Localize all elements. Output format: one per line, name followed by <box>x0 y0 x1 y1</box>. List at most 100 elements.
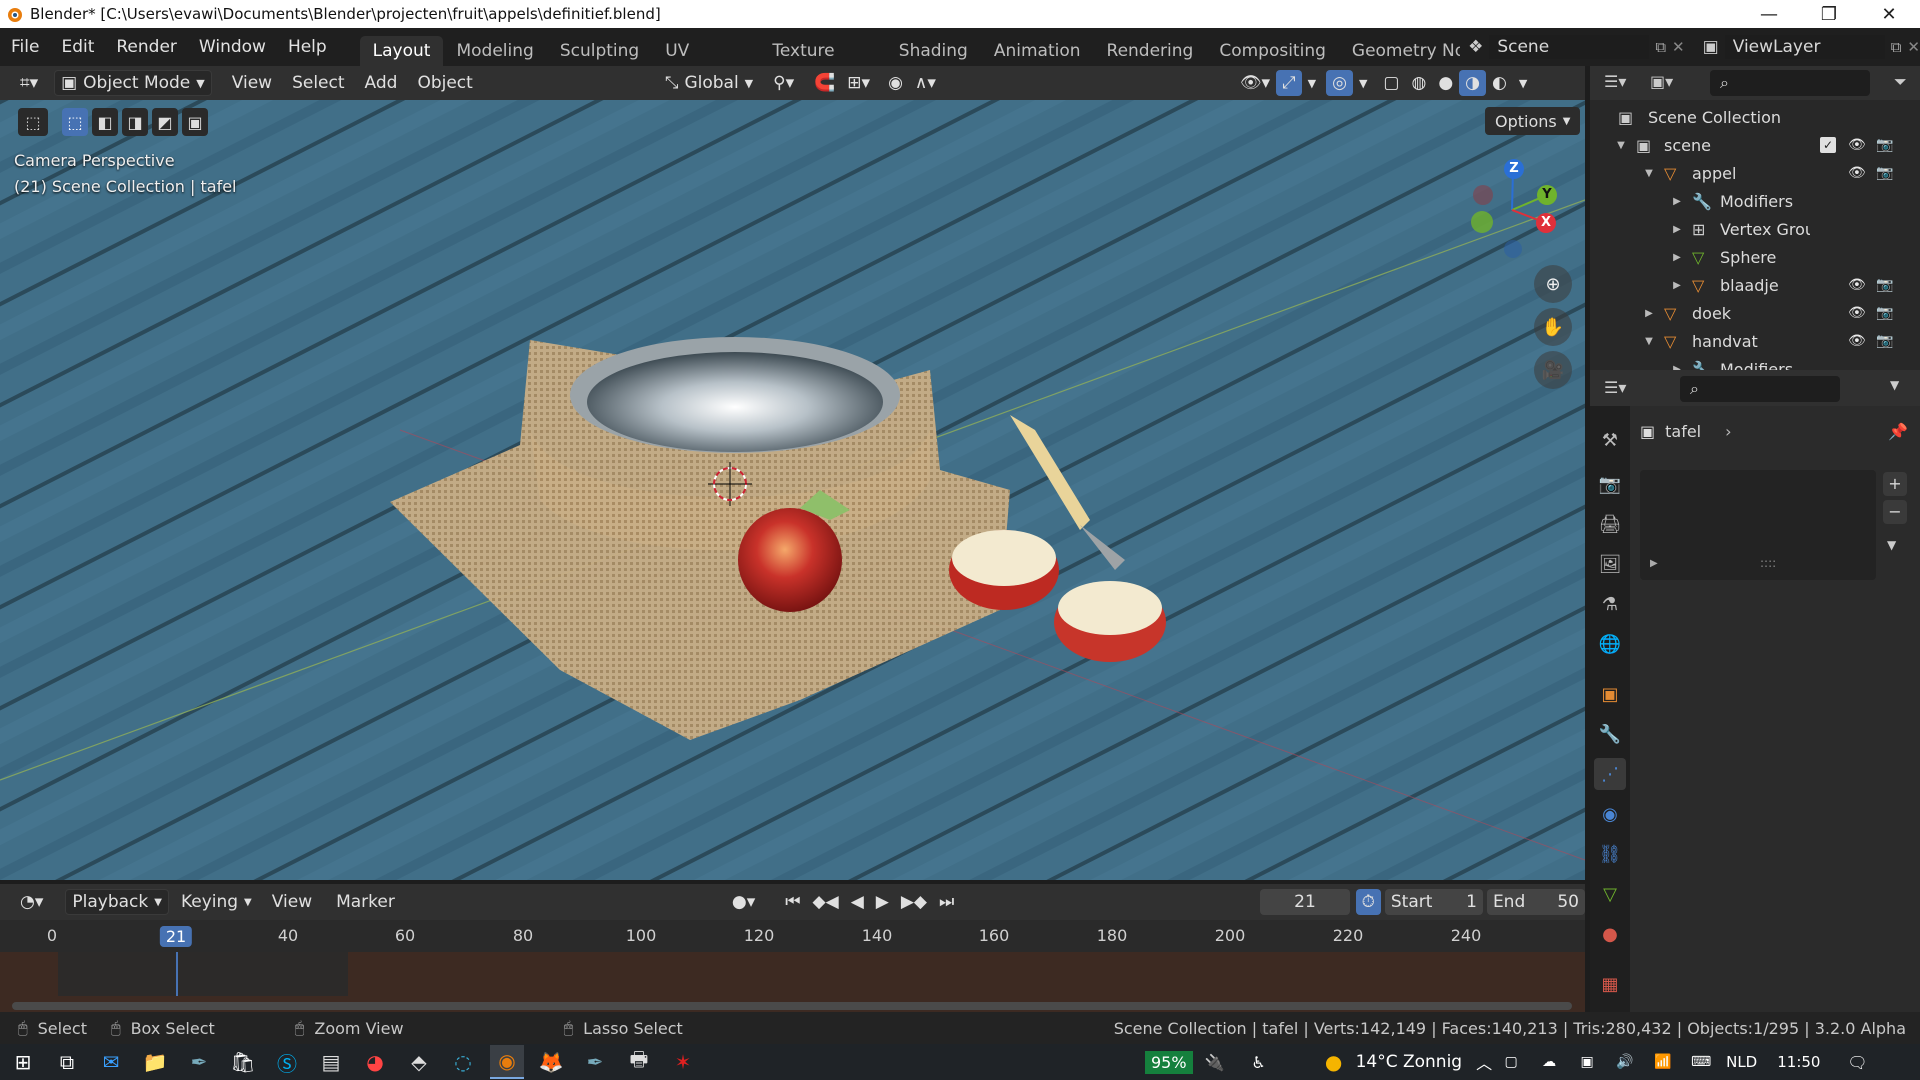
jump-start-icon[interactable]: ⏮ <box>779 889 806 915</box>
filter-icon[interactable]: ⏷ <box>1894 72 1907 92</box>
tab-geometry-nodes[interactable]: Geometry Node <box>1339 36 1460 66</box>
data-tab-icon[interactable]: ▽ <box>1594 878 1626 910</box>
visibility-eye-icon[interactable]: 👁 <box>1848 137 1866 153</box>
falloff-icon[interactable]: ∧▾ <box>909 70 942 96</box>
outliner-row[interactable]: ▼ ▣ scene 👁 📷 ✓ <box>1590 131 1920 159</box>
start-frame-field[interactable]: Start 1 <box>1384 889 1483 915</box>
material-tab-icon[interactable]: ● <box>1594 918 1626 950</box>
disclosure-triangle-icon[interactable]: ▶ <box>1670 280 1684 291</box>
add-slot-button[interactable]: + <box>1883 472 1907 496</box>
disclosure-triangle-icon[interactable]: ▶ <box>1670 196 1684 207</box>
gizmo-toggle-icon[interactable]: ⤢ <box>1276 70 1302 96</box>
disclosure-triangle-icon[interactable]: ▼ <box>1642 168 1656 179</box>
disclosure-triangle-icon[interactable]: ▶ <box>1642 308 1656 319</box>
options-dropdown[interactable]: Options ▼ <box>1485 107 1581 135</box>
chevron-down-icon[interactable]: ▼ <box>1513 70 1533 96</box>
timeline-scrollbar[interactable] <box>12 1002 1572 1010</box>
select-intersect-icon[interactable]: ▣ <box>182 108 208 136</box>
select-subtract-icon[interactable]: ◨ <box>122 108 148 136</box>
language-indicator[interactable]: NLD <box>1726 1053 1757 1071</box>
menu-help[interactable]: Help <box>277 28 338 66</box>
app-printer-icon[interactable]: 🖶 <box>622 1045 656 1079</box>
tab-texture-paint[interactable]: Texture Paint <box>759 36 885 91</box>
orientation-dropdown[interactable]: ⤡ Global ▼ <box>659 70 759 96</box>
outliner-row[interactable]: ▶ ▽ doek 👁 📷 <box>1590 299 1920 327</box>
camera-view-icon[interactable]: 🎥 <box>1534 351 1572 389</box>
inkscape-icon[interactable]: ⬘ <box>402 1045 436 1079</box>
disclosure-triangle-icon[interactable]: ▼ <box>1614 140 1628 151</box>
render-tab-icon[interactable]: 📷 <box>1594 468 1626 500</box>
windows-start-icon[interactable]: ⊞ <box>6 1045 40 1079</box>
render-camera-icon[interactable]: 📷 <box>1876 137 1893 153</box>
snap-toggle-icon[interactable]: 🧲 <box>808 70 841 96</box>
volume-icon[interactable]: 🔊 <box>1608 1045 1642 1079</box>
menu-file[interactable]: File <box>0 28 50 66</box>
display-mode-icon[interactable]: ▣▾ <box>1650 72 1673 91</box>
solid-shading-icon[interactable]: ● <box>1432 70 1459 96</box>
menu-object[interactable]: Object <box>411 70 478 96</box>
keying-dropdown[interactable]: Keying ▼ <box>175 889 258 915</box>
render-camera-icon[interactable]: 📷 <box>1876 305 1893 321</box>
chevron-up-icon[interactable]: ︿ <box>1476 1050 1492 1074</box>
visibility-icon[interactable]: 👁▾ <box>1234 70 1276 96</box>
playhead-line[interactable] <box>176 952 178 996</box>
outliner-row-scene-collection[interactable]: ▣ Scene Collection <box>1590 103 1920 131</box>
resize-handle[interactable]: :::: <box>1760 556 1776 570</box>
scene-name[interactable]: Scene <box>1489 35 1650 59</box>
overlays-toggle-icon[interactable]: ◎ <box>1326 70 1353 96</box>
exclude-checkbox[interactable]: ✓ <box>1820 137 1836 153</box>
remove-viewlayer-icon[interactable]: ✕ <box>1907 38 1920 56</box>
output-tab-icon[interactable]: 🖨 <box>1594 508 1626 540</box>
menu-render[interactable]: Render <box>105 28 188 66</box>
tab-uv-editing[interactable]: UV Editing <box>652 36 759 91</box>
editor-type-icon[interactable]: ◔▾ <box>14 889 49 915</box>
menu-select[interactable]: Select <box>286 70 350 96</box>
clock[interactable]: 11:50 <box>1777 1053 1820 1071</box>
texture-tab-icon[interactable]: ▦ <box>1594 968 1626 1000</box>
editor-type-icon[interactable]: ⌗▾ <box>14 70 44 96</box>
weather-text[interactable]: 14°C Zonnig <box>1356 1052 1463 1072</box>
rendered-shading-icon[interactable]: ◐ <box>1486 70 1513 96</box>
visibility-eye-icon[interactable]: 👁 <box>1848 277 1866 293</box>
world-tab-icon[interactable]: 🌐 <box>1594 628 1626 660</box>
outliner-search-input[interactable]: ⌕ <box>1710 70 1870 96</box>
viewlayer-selector[interactable]: ▣ ViewLayer ⧉ ✕ <box>1703 35 1920 59</box>
remove-scene-icon[interactable]: ✕ <box>1672 38 1685 56</box>
gizmo-x-axis[interactable]: X <box>1536 213 1556 233</box>
notifications-icon[interactable]: 🗨 <box>1840 1045 1874 1079</box>
chevron-down-icon[interactable]: ▼ <box>1353 70 1373 96</box>
select-new-icon[interactable]: ⬚ <box>62 108 88 136</box>
auto-keying-icon[interactable]: ⏱ <box>1355 889 1381 915</box>
select-invert-icon[interactable]: ◩ <box>152 108 178 136</box>
tab-rendering[interactable]: Rendering <box>1094 36 1207 66</box>
accessibility-icon[interactable]: ♿ <box>1242 1045 1276 1079</box>
visibility-eye-icon[interactable]: 👁 <box>1848 305 1866 321</box>
gizmo-y-axis[interactable]: Y <box>1537 185 1557 205</box>
viewlayer-name[interactable]: ViewLayer <box>1724 35 1885 59</box>
constraints-tab-icon[interactable]: ⛓ <box>1594 838 1626 870</box>
app-quill-icon[interactable]: ✒ <box>578 1045 612 1079</box>
store-icon[interactable]: 🛍 <box>226 1045 260 1079</box>
chevron-down-icon[interactable]: ▼ <box>1887 538 1896 552</box>
app-colorwheel-icon[interactable]: ◕ <box>358 1045 392 1079</box>
pin-icon[interactable]: 📌 <box>1888 422 1908 441</box>
timeline-ruler[interactable]: 0 21 40 60 80 100 120 140 160 180 200 22… <box>0 920 1585 952</box>
select-extend-icon[interactable]: ◧ <box>92 108 118 136</box>
object-tab-icon[interactable]: ▣ <box>1594 678 1626 710</box>
new-viewlayer-icon[interactable]: ⧉ <box>1891 38 1902 56</box>
edge-icon[interactable]: ◌ <box>446 1045 480 1079</box>
outliner-row[interactable]: ▼ ▽ appel 👁 📷 <box>1590 159 1920 187</box>
firefox-icon[interactable]: 🦊 <box>534 1045 568 1079</box>
navigation-gizmo[interactable]: Z Y X <box>1460 155 1560 265</box>
menu-add[interactable]: Add <box>359 70 404 96</box>
material-shading-icon[interactable]: ◑ <box>1459 70 1487 96</box>
modifier-tab-icon[interactable]: 🔧 <box>1594 718 1626 750</box>
outliner-row[interactable]: ▶ 🔧 Modifiers <box>1590 187 1920 215</box>
visibility-eye-icon[interactable]: 👁 <box>1848 333 1866 349</box>
end-frame-field[interactable]: End 50 <box>1486 889 1585 915</box>
chevron-down-icon[interactable]: ▼ <box>1890 378 1899 392</box>
new-scene-icon[interactable]: ⧉ <box>1655 38 1666 56</box>
current-frame-marker[interactable]: 21 <box>159 926 193 947</box>
next-keyframe-icon[interactable]: ▶◆ <box>895 889 933 915</box>
disclosure-triangle-icon[interactable]: ▶ <box>1670 224 1684 235</box>
